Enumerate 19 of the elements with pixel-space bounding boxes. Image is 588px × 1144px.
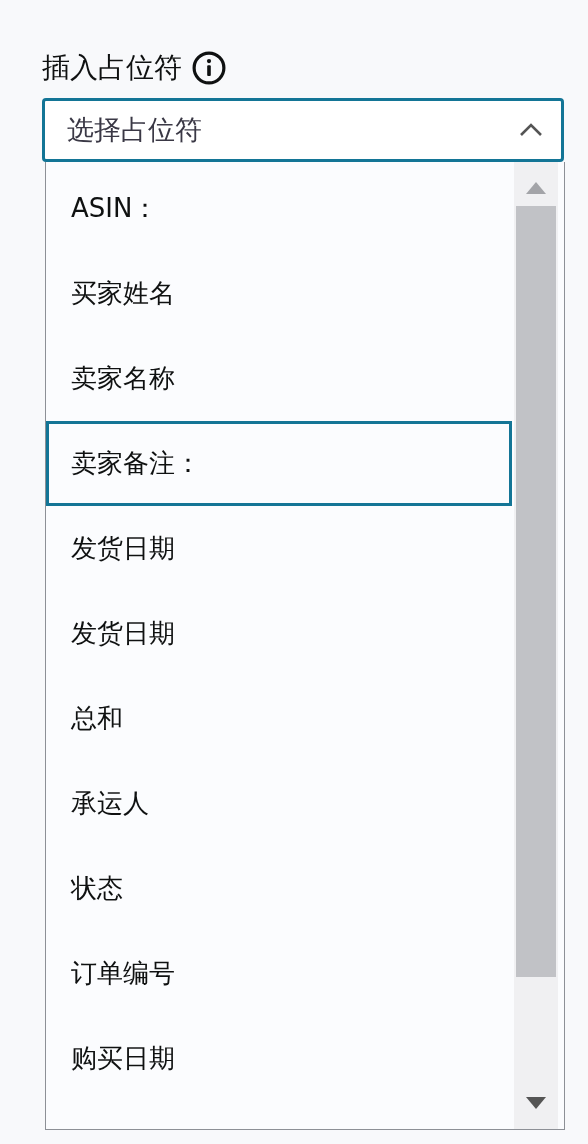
dropdown-option[interactable]: 发货日期 <box>46 591 512 676</box>
placeholder-select[interactable]: 选择占位符 <box>42 98 564 162</box>
dropdown-option[interactable]: ASIN： <box>46 166 512 251</box>
info-icon[interactable] <box>192 51 226 85</box>
dropdown-option[interactable]: 承运人 <box>46 761 512 846</box>
dropdown-option[interactable]: 卖家备注： <box>46 421 512 506</box>
scrollbar[interactable] <box>514 162 558 1129</box>
dropdown-option[interactable]: 状态 <box>46 846 512 931</box>
scroll-up-icon[interactable] <box>526 182 546 194</box>
dropdown-option[interactable]: 总和 <box>46 676 512 761</box>
dropdown-option[interactable]: 买家姓名 <box>46 251 512 336</box>
dropdown-option[interactable]: 卖家名称 <box>46 336 512 421</box>
dropdown-option[interactable]: 发货日期 <box>46 506 512 591</box>
field-label: 插入占位符 <box>42 50 182 86</box>
scroll-down-icon[interactable] <box>526 1097 546 1109</box>
scrollbar-thumb[interactable] <box>516 206 556 977</box>
dropdown-option[interactable]: 购买日期 <box>46 1016 512 1101</box>
dropdown-option[interactable]: 订单编号 <box>46 931 512 1016</box>
caret-icon <box>519 123 543 137</box>
